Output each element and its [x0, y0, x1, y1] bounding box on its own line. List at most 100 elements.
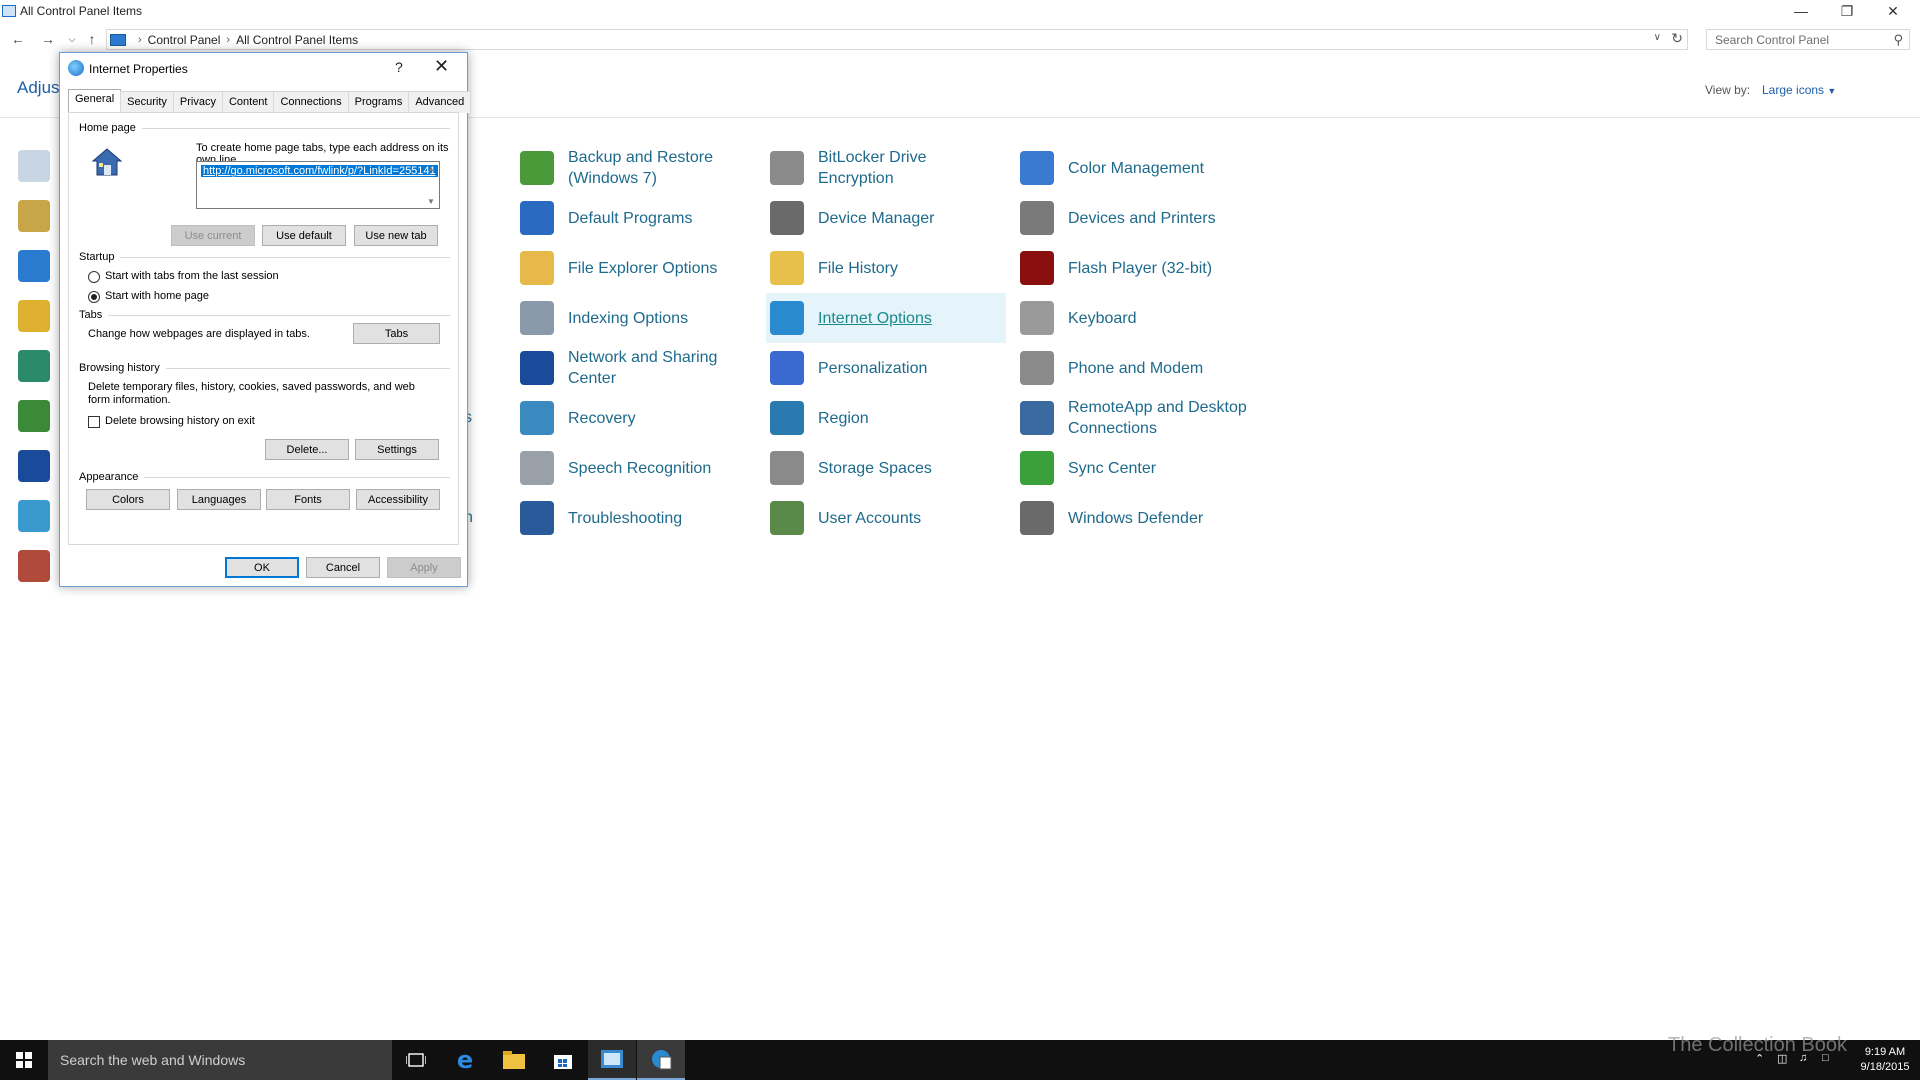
history-settings-button[interactable]: Settings [355, 439, 439, 460]
ok-button[interactable]: OK [225, 557, 299, 578]
cp-item-region[interactable]: Region [766, 393, 1006, 443]
watermark-text: The Collection Book [1668, 1034, 1847, 1056]
browsing-history-group: Browsing history [79, 362, 450, 374]
control-panel-taskbar-icon[interactable] [588, 1040, 636, 1080]
tab-programs[interactable]: Programs [347, 91, 410, 113]
breadcrumb-control-panel[interactable]: Control Panel [148, 33, 221, 47]
use-new-tab-button[interactable]: Use new tab [354, 225, 438, 246]
taskbar-search-input[interactable]: Search the web and Windows [48, 1040, 392, 1080]
taskbar-icon[interactable] [18, 500, 50, 532]
back-arrow-icon[interactable]: ← [8, 30, 28, 48]
fonts-icon[interactable] [18, 300, 50, 332]
restore-button[interactable]: ❐ [1824, 0, 1870, 22]
cp-item-storage-spaces[interactable]: Storage Spaces [766, 443, 1006, 493]
volume-icon[interactable]: ♫ [1799, 1052, 1807, 1092]
cp-item-phone-and-modem[interactable]: Phone and Modem [1016, 343, 1256, 393]
cp-item-flash-player-32-bit[interactable]: Flash Player (32-bit) [1016, 243, 1256, 293]
cp-item-label: BitLocker Drive Encryption [818, 149, 927, 187]
admin-tools-icon[interactable] [18, 200, 50, 232]
start-button[interactable] [0, 1040, 48, 1080]
cp-item-file-history[interactable]: File History [766, 243, 1006, 293]
cp-item-internet-options[interactable]: Internet Options [766, 293, 1006, 343]
firewall-icon[interactable] [18, 550, 50, 582]
tab-general[interactable]: General [68, 89, 122, 113]
network-icon[interactable]: ◫ [1777, 1052, 1787, 1092]
taskbar: Search the web and Windows e ⌃ ◫ ♫ □ 9:1… [0, 1040, 1920, 1080]
language-icon[interactable] [18, 350, 50, 382]
colors-button[interactable]: Colors [86, 489, 170, 510]
view-by-dropdown[interactable]: Large icons ▼ [1762, 83, 1836, 97]
accessibility-button[interactable]: Accessibility [356, 489, 440, 510]
cp-item-network-and-sharing-center[interactable]: Network and Sharing Center [516, 343, 736, 393]
cp-item-file-explorer-options[interactable]: File Explorer Options [516, 243, 736, 293]
close-icon[interactable]: ✕ [434, 56, 449, 77]
cp-item-default-programs[interactable]: Default Programs [516, 193, 736, 243]
cp-item-color-management[interactable]: Color Management [1016, 143, 1256, 193]
cp-item-label: Flash Player (32-bit) [1068, 259, 1213, 277]
internet-properties-taskbar-icon[interactable] [637, 1040, 685, 1080]
breadcrumb-all-items[interactable]: All Control Panel Items [236, 33, 358, 47]
tab-advanced[interactable]: Advanced [408, 91, 472, 113]
task-view-icon[interactable] [392, 1040, 440, 1080]
network-icon [520, 351, 554, 385]
file-explorer-icon[interactable] [490, 1040, 538, 1080]
tab-connections[interactable]: Connections [273, 91, 349, 113]
cp-item-label: Personalization [818, 359, 928, 377]
home-page-radio[interactable] [88, 291, 100, 303]
action-center-tray-icon[interactable]: □ [1822, 1052, 1829, 1092]
cp-item-device-manager[interactable]: Device Manager [766, 193, 1006, 243]
use-current-button[interactable]: Use current [171, 225, 255, 246]
cp-item-troubleshooting[interactable]: Troubleshooting [516, 493, 736, 543]
recent-locations-chevron-icon[interactable]: ⌵ [62, 30, 82, 48]
edge-browser-icon[interactable]: e [441, 1040, 489, 1080]
cp-item-keyboard[interactable]: Keyboard [1016, 293, 1256, 343]
dialog-title: Internet Properties [89, 62, 188, 76]
address-dropdown-icon[interactable]: ∨ [1654, 32, 1661, 43]
close-window-button[interactable]: ✕ [1870, 0, 1916, 22]
languages-button[interactable]: Languages [177, 489, 261, 510]
cp-item-personalization[interactable]: Personalization [766, 343, 1006, 393]
action-center-icon[interactable] [18, 150, 50, 182]
home-page-group: Home page [79, 122, 450, 134]
power-icon[interactable] [18, 400, 50, 432]
use-default-button[interactable]: Use default [262, 225, 346, 246]
cp-item-recovery[interactable]: Recovery [516, 393, 736, 443]
cp-item-remoteapp-and-desktop-connections[interactable]: RemoteApp and Desktop Connections [1016, 393, 1256, 443]
tab-privacy[interactable]: Privacy [172, 91, 223, 113]
delete-on-exit-checkbox[interactable] [88, 416, 100, 428]
cp-item-indexing-options[interactable]: Indexing Options [516, 293, 736, 343]
address-box[interactable]: › Control Panel › All Control Panel Item… [106, 29, 1688, 50]
cancel-button[interactable]: Cancel [306, 557, 380, 578]
store-icon[interactable] [539, 1040, 587, 1080]
cp-item-backup-and-restore-windows-7[interactable]: Backup and Restore (Windows 7) [516, 143, 736, 193]
cp-item-bitlocker-drive-encryption[interactable]: BitLocker Drive Encryption [766, 143, 1006, 193]
tabs-settings-button[interactable]: Tabs [353, 323, 440, 344]
region-icon [770, 401, 804, 435]
taskbar-clock[interactable]: 9:19 AM 9/18/2015 [1855, 1045, 1915, 1075]
cp-item-devices-and-printers[interactable]: Devices and Printers [1016, 193, 1256, 243]
home-page-textarea[interactable]: http://go.microsoft.com/fwlink/p/?LinkId… [196, 161, 440, 209]
cp-item-user-accounts[interactable]: User Accounts [766, 493, 1006, 543]
tab-security[interactable]: Security [120, 91, 174, 113]
up-arrow-icon[interactable]: ↑ [82, 30, 102, 48]
search-input[interactable]: Search Control Panel ⚲ [1706, 29, 1910, 50]
display-icon[interactable] [18, 250, 50, 282]
dialog-titlebar: Internet Properties ? ✕ [60, 53, 467, 83]
minimize-button[interactable]: — [1778, 0, 1824, 22]
tab-content[interactable]: Content [221, 91, 275, 113]
delete-history-button[interactable]: Delete... [265, 439, 349, 460]
security-flag-icon[interactable] [18, 450, 50, 482]
window-title: All Control Panel Items [20, 4, 143, 18]
last-session-radio[interactable] [88, 271, 100, 283]
cp-item-windows-defender[interactable]: Windows Defender [1016, 493, 1256, 543]
help-button[interactable]: ? [395, 59, 403, 75]
show-hidden-icons-icon[interactable]: ⌃ [1755, 1052, 1764, 1092]
cp-item-sync-center[interactable]: Sync Center [1016, 443, 1256, 493]
forward-arrow-icon[interactable]: → [38, 30, 58, 48]
apply-button[interactable]: Apply [387, 557, 461, 578]
fonts-button[interactable]: Fonts [266, 489, 350, 510]
cp-item-speech-recognition[interactable]: Speech Recognition [516, 443, 736, 493]
breadcrumb-separator-icon: › [138, 33, 142, 46]
refresh-icon[interactable]: ↻ [1671, 30, 1683, 47]
textarea-scrollbar[interactable]: ▲ ▼ [425, 164, 437, 206]
